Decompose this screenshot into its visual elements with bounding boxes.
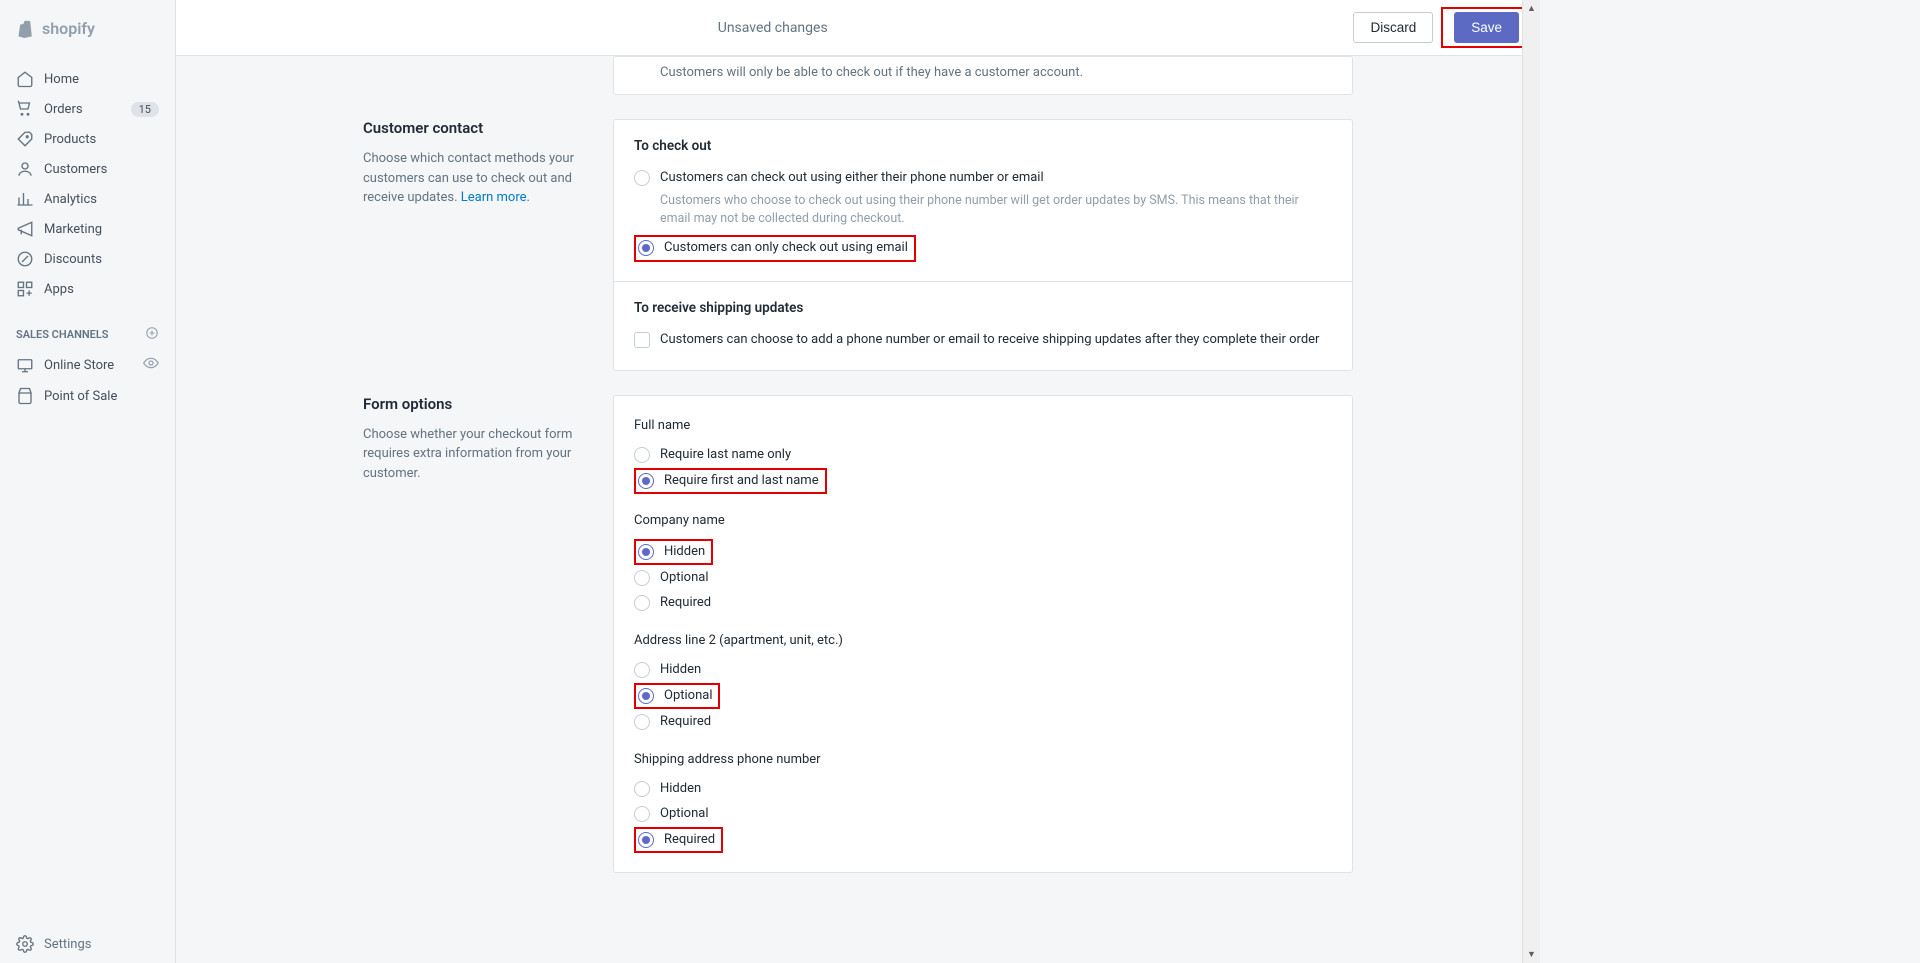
nav-settings[interactable]: Settings bbox=[0, 924, 175, 963]
unsaved-changes-label: Unsaved changes bbox=[192, 20, 1353, 36]
pos-icon bbox=[16, 387, 34, 405]
company-heading: Company name bbox=[634, 513, 1332, 528]
nav-products[interactable]: Products bbox=[0, 124, 175, 154]
nav-discounts[interactable]: Discounts bbox=[0, 244, 175, 274]
radio-icon bbox=[634, 806, 650, 822]
checkout-option-sub: Customers who choose to check out using … bbox=[660, 192, 1332, 228]
brand-name: shopify bbox=[42, 19, 95, 38]
phone-heading: Shipping address phone number bbox=[634, 752, 1332, 767]
customers-icon bbox=[16, 160, 34, 178]
nav-point-of-sale[interactable]: Point of Sale bbox=[0, 381, 175, 411]
customer-contact-title: Customer contact bbox=[363, 119, 593, 137]
radio-icon bbox=[638, 544, 654, 560]
address2-heading: Address line 2 (apartment, unit, etc.) bbox=[634, 633, 1332, 648]
prev-card-partial: Customers will only be able to check out… bbox=[613, 56, 1353, 95]
customer-contact-card: To check out Customers can check out usi… bbox=[613, 119, 1353, 371]
checkout-option-phone-or-email[interactable]: Customers can check out using either the… bbox=[634, 166, 1332, 190]
save-highlight: Save bbox=[1441, 7, 1524, 48]
form-options-card: Full name Require last name only Require… bbox=[613, 395, 1353, 873]
nav-orders[interactable]: Orders 15 bbox=[0, 94, 175, 124]
nav-online-store[interactable]: Online Store bbox=[0, 349, 175, 381]
view-store-icon[interactable] bbox=[143, 355, 159, 375]
to-check-out-heading: To check out bbox=[634, 138, 1332, 154]
online-store-icon bbox=[16, 356, 34, 374]
address2-optional[interactable]: Optional bbox=[634, 683, 720, 709]
sidebar: shopify Home Orders 15 Products Customer… bbox=[0, 0, 176, 963]
radio-icon bbox=[638, 832, 654, 848]
nav-label: Point of Sale bbox=[44, 389, 117, 404]
save-button[interactable]: Save bbox=[1454, 12, 1519, 43]
home-icon bbox=[16, 70, 34, 88]
orders-badge: 15 bbox=[131, 102, 159, 117]
radio-icon bbox=[634, 570, 650, 586]
form-options-title: Form options bbox=[363, 395, 593, 413]
marketing-icon bbox=[16, 220, 34, 238]
radio-icon bbox=[638, 240, 654, 256]
nav-apps[interactable]: Apps bbox=[0, 274, 175, 304]
sales-channels-heading: SALES CHANNELS bbox=[0, 320, 175, 349]
radio-icon bbox=[634, 170, 650, 186]
radio-icon bbox=[634, 595, 650, 611]
nav-marketing[interactable]: Marketing bbox=[0, 214, 175, 244]
nav-label: Home bbox=[44, 72, 79, 87]
settings-content: Customers will only be able to check out… bbox=[176, 56, 1540, 963]
company-hidden[interactable]: Hidden bbox=[634, 539, 713, 565]
topbar: Unsaved changes Discard Save bbox=[176, 0, 1540, 56]
radio-icon bbox=[634, 781, 650, 797]
phone-optional[interactable]: Optional bbox=[634, 802, 1332, 826]
add-channel-button[interactable] bbox=[145, 326, 159, 343]
full-name-last-only[interactable]: Require last name only bbox=[634, 443, 1332, 467]
settings-label: Settings bbox=[44, 937, 91, 952]
company-optional[interactable]: Optional bbox=[634, 566, 1332, 590]
nav-home[interactable]: Home bbox=[0, 64, 175, 94]
nav-label: Analytics bbox=[44, 192, 97, 207]
apps-icon bbox=[16, 280, 34, 298]
main-nav: Home Orders 15 Products Customers Analyt… bbox=[0, 56, 175, 419]
shipping-updates-heading: To receive shipping updates bbox=[634, 300, 1332, 316]
full-name-first-and-last[interactable]: Require first and last name bbox=[634, 468, 827, 494]
full-name-heading: Full name bbox=[634, 418, 1332, 433]
nav-analytics[interactable]: Analytics bbox=[0, 184, 175, 214]
nav-label: Discounts bbox=[44, 252, 102, 267]
shopify-logo-icon bbox=[16, 17, 36, 39]
scroll-up-icon[interactable]: ▲ bbox=[1527, 0, 1536, 17]
radio-icon bbox=[634, 662, 650, 678]
form-options-desc: Choose whether your checkout form requir… bbox=[363, 425, 593, 484]
company-required[interactable]: Required bbox=[634, 591, 1332, 615]
discounts-icon bbox=[16, 250, 34, 268]
customer-contact-desc: Choose which contact methods your custom… bbox=[363, 149, 593, 208]
nav-label: Apps bbox=[44, 282, 74, 297]
nav-label: Online Store bbox=[44, 358, 114, 373]
nav-label: Orders bbox=[44, 102, 83, 117]
radio-icon bbox=[634, 714, 650, 730]
products-icon bbox=[16, 130, 34, 148]
gear-icon bbox=[16, 935, 34, 953]
radio-icon bbox=[638, 688, 654, 704]
browser-scrollbar[interactable]: ▲ ▼ bbox=[1522, 0, 1540, 963]
phone-required[interactable]: Required bbox=[634, 827, 723, 853]
analytics-icon bbox=[16, 190, 34, 208]
nav-customers[interactable]: Customers bbox=[0, 154, 175, 184]
orders-icon bbox=[16, 100, 34, 118]
checkout-option-email-only[interactable]: Customers can only check out using email bbox=[634, 235, 916, 261]
address2-hidden[interactable]: Hidden bbox=[634, 658, 1332, 682]
partial-text: Customers will only be able to check out… bbox=[660, 65, 1332, 80]
nav-label: Products bbox=[44, 132, 96, 147]
radio-icon bbox=[634, 447, 650, 463]
nav-label: Customers bbox=[44, 162, 107, 177]
radio-icon bbox=[638, 473, 654, 489]
scroll-down-icon[interactable]: ▼ bbox=[1527, 946, 1536, 963]
checkbox-icon bbox=[634, 332, 650, 348]
nav-label: Marketing bbox=[44, 222, 102, 237]
discard-button[interactable]: Discard bbox=[1353, 12, 1433, 43]
shipping-updates-checkbox[interactable]: Customers can choose to add a phone numb… bbox=[634, 328, 1332, 352]
phone-hidden[interactable]: Hidden bbox=[634, 777, 1332, 801]
brand-logo[interactable]: shopify bbox=[0, 0, 175, 56]
address2-required[interactable]: Required bbox=[634, 710, 1332, 734]
learn-more-link[interactable]: Learn more. bbox=[461, 190, 530, 205]
